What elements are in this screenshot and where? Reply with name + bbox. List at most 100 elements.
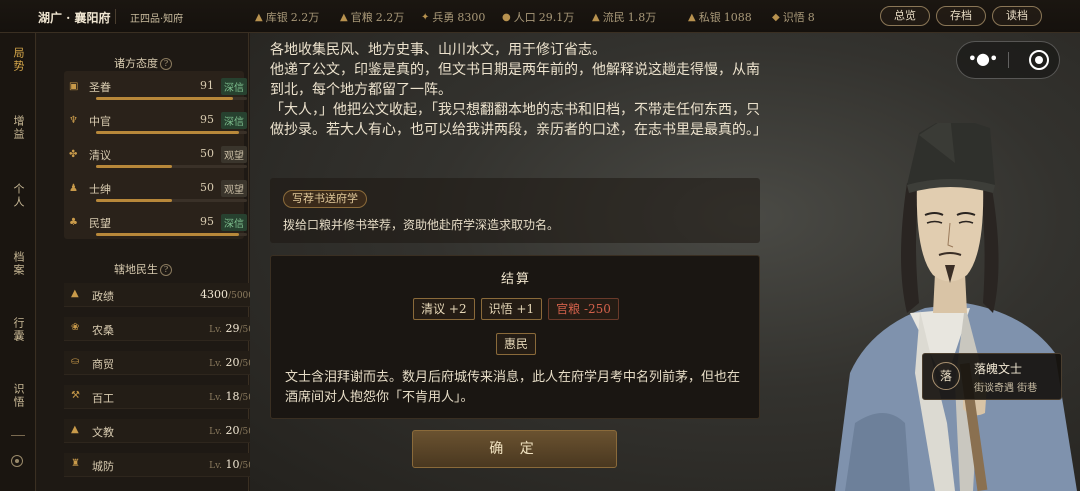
livelihood-name: 政绩 [92, 290, 114, 303]
status-panel: 诸方态度? ▣ 圣眷 91 深信 ♆ 中官 95 深信 ✤ 清议 50 观望 ♟… [37, 33, 258, 491]
miniprogram-capsule: •●• [956, 41, 1060, 79]
stat-label: 流民 [602, 11, 625, 24]
left-nav: 局势 增益 个人 档案 行囊 识悟 [0, 33, 36, 491]
section-title-text: 诸方态度 [114, 57, 158, 70]
attitude-row-gentry[interactable]: ♟ 士绅 50 观望 [69, 177, 254, 211]
effects-row-2: 惠民 [271, 333, 761, 355]
effect-badge-negative: 官粮 -250 [548, 298, 619, 320]
value-number: 29 [225, 322, 240, 335]
livelihood-row-education[interactable]: ▲ 文教 Lv. 20/50 [64, 419, 258, 443]
value-number: 4300 [200, 288, 229, 301]
help-icon[interactable]: ? [160, 264, 172, 276]
npc-card[interactable]: 落 落魄文士 街谈奇遇 街巷 [922, 353, 1062, 400]
craft-icon: ⚒ [71, 390, 80, 401]
silver-icon: ▲ [255, 11, 263, 23]
story-text: 各地收集民风、地方史事、山川水文，用于修订省志。 他递了公文，印鉴是真的，但文书… [270, 42, 767, 138]
emperor-icon: ▣ [69, 81, 79, 92]
more-icon[interactable]: •●• [957, 42, 1008, 78]
save-button[interactable]: 存档 [936, 6, 986, 26]
attitude-row-emperor[interactable]: ▣ 圣眷 91 深信 [69, 75, 254, 109]
stat-population: ● 人口 29.1万 [502, 9, 574, 25]
selected-choice: 写荐书送府学 拨给口粮并修书举荐，资助他赴府学深造求取功名。 [270, 178, 760, 243]
value-number: 10 [225, 458, 240, 471]
attitude-value: 95 [200, 215, 214, 228]
level-prefix: Lv. [209, 393, 223, 403]
status-badge: 观望 [221, 146, 247, 163]
livelihood-row-defense[interactable]: ♜ 城防 Lv. 10/50 [64, 453, 258, 477]
stat-label: 官粮 [350, 11, 373, 24]
load-button[interactable]: 读档 [992, 6, 1042, 26]
defense-icon: ♜ [71, 458, 80, 469]
livelihood-row-farming[interactable]: ❀ 农桑 Lv. 29/50 [64, 317, 258, 341]
choice-description: 拨给口粮并修书举荐，资助他赴府学深造求取功名。 [283, 218, 560, 232]
result-text: 文士含泪拜谢而去。数月后府城传来消息，此人在府学月考中名列前茅，但也在酒席间对人… [285, 370, 741, 405]
value-number: 20 [225, 424, 240, 437]
attitude-bar-fill [96, 199, 172, 202]
attitude-bar [96, 131, 247, 134]
event-scene: 各地收集民风、地方史事、山川水文，用于修订省志。 他递了公文，印鉴是真的，但文书… [250, 33, 1080, 491]
stat-value: 1088 [723, 10, 752, 24]
soldier-icon: ✦ [421, 11, 430, 23]
nav-bag[interactable]: 行囊 [0, 317, 36, 343]
help-icon[interactable]: ? [160, 58, 172, 70]
status-badge: 深信 [221, 214, 247, 231]
npc-badge: 落 [932, 362, 960, 390]
effects-row: 清议 +2 识悟 +1 官粮 -250 [271, 298, 761, 320]
scholar-opinion-icon: ✤ [69, 149, 78, 160]
choice-tag: 写荐书送府学 [283, 190, 367, 208]
gentry-icon: ♟ [69, 183, 78, 194]
livelihood-title: 辖地民生? [37, 261, 249, 277]
attitude-row-scholar-opinion[interactable]: ✤ 清议 50 观望 [69, 143, 254, 177]
overview-button[interactable]: 总览 [880, 6, 930, 26]
value-number: 20 [225, 356, 240, 369]
attitude-row-palace[interactable]: ♆ 中官 95 深信 [69, 109, 254, 143]
stat-grain: ▲ 官粮 2.2万 [340, 9, 404, 25]
character-portrait [835, 123, 1077, 491]
livelihood-value: Lv. 29/50 [209, 322, 254, 335]
merit-icon: ▲ [71, 288, 79, 299]
stat-value: 8 [807, 10, 815, 24]
livelihood-value: Lv. 10/50 [209, 458, 254, 471]
npc-subtitle: 街谈奇遇 街巷 [974, 383, 1038, 394]
region-name: 湖广 · 襄阳府 [38, 11, 111, 25]
livelihood-name: 百工 [92, 392, 114, 405]
nav-archive[interactable]: 档案 [0, 251, 36, 277]
attitude-bar-fill [96, 165, 172, 168]
nav-insight[interactable]: 识悟 [0, 383, 36, 409]
private-silver-icon: ▲ [688, 11, 696, 23]
stat-refugees: ▲ 流民 1.8万 [592, 9, 656, 25]
stat-silver: ▲ 库银 2.2万 [255, 9, 319, 25]
target-icon[interactable] [11, 455, 23, 467]
divider [115, 9, 116, 24]
nav-situation[interactable]: 局势 [0, 47, 36, 73]
stat-soldiers: ✦ 兵勇 8300 [421, 9, 485, 25]
livelihood-row-merit[interactable]: ▲ 政绩 4300/5000 [64, 283, 258, 307]
attitude-value: 50 [200, 147, 214, 160]
result-title: 结算 [500, 272, 531, 287]
livelihood-value: Lv. 18/50 [209, 390, 254, 403]
livelihood-value: Lv. 20/50 [209, 424, 254, 437]
nav-buffs[interactable]: 增益 [0, 115, 36, 141]
attitude-name: 民望 [89, 217, 111, 230]
confirm-button[interactable]: 确 定 [412, 430, 617, 468]
attitude-bar [96, 199, 247, 202]
attitude-bar-fill [96, 97, 234, 100]
livelihood-name: 农桑 [92, 324, 114, 337]
nav-personal[interactable]: 个人 [0, 183, 36, 209]
stat-label: 库银 [265, 11, 288, 24]
value-number: 18 [225, 390, 240, 403]
effect-badge: 清议 +2 [413, 298, 475, 320]
stat-label: 私银 [698, 11, 721, 24]
level-prefix: Lv. [209, 427, 223, 437]
attitude-row-people[interactable]: ♣ 民望 95 深信 [69, 211, 254, 245]
stat-label: 兵勇 [432, 11, 455, 24]
close-icon[interactable] [1029, 50, 1049, 70]
status-badge: 深信 [221, 78, 247, 95]
attitude-bar [96, 233, 247, 236]
stat-value: 2.2万 [290, 11, 320, 24]
livelihood-row-craft[interactable]: ⚒ 百工 Lv. 18/50 [64, 385, 258, 409]
status-badge: 深信 [221, 112, 247, 129]
top-bar: 湖广 · 襄阳府 正四品·知府 ▲ 库银 2.2万 ▲ 官粮 2.2万 ✦ 兵勇… [0, 0, 1080, 33]
livelihood-row-trade[interactable]: ⛀ 商贸 Lv. 20/50 [64, 351, 258, 375]
attitudes-title: 诸方态度? [37, 55, 249, 71]
